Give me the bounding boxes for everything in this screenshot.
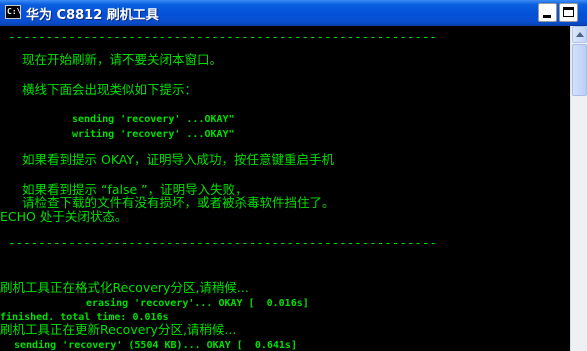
console-line-sending-example: sending 'recovery' ...OKAY" [72, 114, 235, 125]
vertical-scrollbar[interactable] [570, 26, 587, 351]
maximize-button[interactable] [559, 3, 578, 22]
console-line-start: 现在开始刷新，请不要关闭本窗口。 [22, 52, 223, 67]
console-app-icon[interactable]: C:\ [5, 5, 21, 19]
console-line-hint: 横线下面会出现类似如下提示： [22, 82, 198, 97]
console-line-sending: sending 'recovery' (5504 KB)... OKAY [ 0… [14, 340, 297, 351]
separator-top: ----------------------------------------… [8, 29, 437, 44]
console-output[interactable]: ----------------------------------------… [0, 26, 570, 351]
console-line-update: 刷机工具正在更新Recovery分区,请稍候... [0, 322, 237, 337]
minimize-button[interactable] [538, 3, 557, 22]
console-line-format: 刷机工具正在格式化Recovery分区,请稍候... [0, 280, 249, 295]
console-line-ok: 如果看到提示 OKAY，证明导入成功，按任意键重启手机 [22, 152, 335, 167]
minimize-icon [543, 15, 551, 18]
console-line-echo: ECHO 处于关闭状态。 [0, 209, 128, 224]
console-line-erasing: erasing 'recovery'... OKAY [ 0.016s] [86, 298, 309, 309]
console-line-check: 请检查下载的文件有没有损坏，或者被杀毒软件挡住了。 [22, 195, 335, 210]
chevron-up-icon [576, 32, 584, 37]
console-window: C:\ 华为 C8812 刷机工具 ----------------------… [0, 0, 587, 351]
scrollbar-thumb[interactable] [572, 44, 587, 96]
maximize-icon [563, 7, 574, 17]
title-bar[interactable]: C:\ 华为 C8812 刷机工具 [0, 0, 587, 26]
console-line-writing-example: writing 'recovery' ...OKAY" [72, 129, 235, 140]
separator-bottom: ----------------------------------------… [8, 235, 437, 250]
window-title: 华为 C8812 刷机工具 [26, 8, 159, 23]
scroll-up-button[interactable] [572, 26, 587, 43]
